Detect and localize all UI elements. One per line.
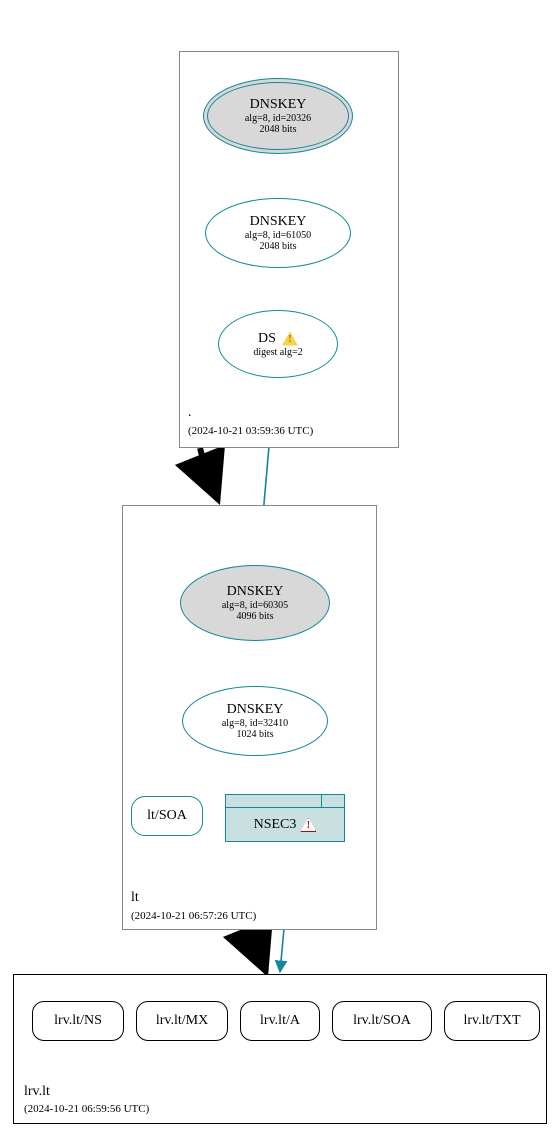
node-root-ds: DS digest alg=2 — [218, 310, 338, 378]
node-label: lrv.lt/A — [260, 1013, 300, 1029]
node-root-zsk: DNSKEY alg=8, id=61050 2048 bits — [205, 198, 351, 268]
node-sub2: 2048 bits — [260, 241, 297, 252]
node-lrv-a: lrv.lt/A — [240, 1001, 320, 1041]
node-sub2: 1024 bits — [237, 729, 274, 740]
node-sub1: alg=8, id=20326 — [245, 113, 311, 124]
zone-root-name: . — [188, 405, 192, 420]
node-lt-nsec3: NSEC3 — [225, 794, 345, 842]
node-sub2: 4096 bits — [237, 611, 274, 622]
warning-icon — [282, 332, 298, 346]
node-label: lrv.lt/SOA — [353, 1013, 411, 1029]
node-title: DNSKEY — [250, 214, 307, 230]
zone-lrv-name: lrv.lt — [24, 1084, 50, 1099]
zone-lrv-date: (2024-10-21 06:59:56 UTC) — [24, 1103, 149, 1115]
node-label: lrv.lt/TXT — [463, 1013, 520, 1029]
node-lrv-mx: lrv.lt/MX — [136, 1001, 228, 1041]
node-sub2: 2048 bits — [260, 124, 297, 135]
node-lrv-soa: lrv.lt/SOA — [332, 1001, 432, 1041]
node-title: DNSKEY — [227, 584, 284, 600]
node-lrv-txt: lrv.lt/TXT — [444, 1001, 540, 1041]
node-label: lrv.lt/NS — [54, 1013, 102, 1029]
zone-lt-name: lt — [131, 890, 139, 905]
error-icon — [300, 818, 316, 832]
zone-root-date: (2024-10-21 03:59:36 UTC) — [188, 425, 313, 437]
node-lrv-ns: lrv.lt/NS — [32, 1001, 124, 1041]
node-lt-zsk: DNSKEY alg=8, id=32410 1024 bits — [182, 686, 328, 756]
node-title: DS — [258, 331, 276, 347]
node-label: NSEC3 — [254, 817, 297, 833]
node-title: DNSKEY — [227, 702, 284, 718]
node-label: lt/SOA — [147, 808, 187, 824]
node-label: lrv.lt/MX — [156, 1013, 208, 1029]
node-lt-soa: lt/SOA — [131, 796, 203, 836]
node-root-ksk: DNSKEY alg=8, id=20326 2048 bits — [203, 78, 353, 154]
zone-lrv — [13, 974, 547, 1124]
node-title: DNSKEY — [250, 97, 307, 113]
node-sub1: alg=8, id=32410 — [222, 718, 288, 729]
node-sub1: alg=8, id=61050 — [245, 230, 311, 241]
node-sub1: alg=8, id=60305 — [222, 600, 288, 611]
zone-lt-date: (2024-10-21 06:57:26 UTC) — [131, 910, 256, 922]
node-lt-ksk: DNSKEY alg=8, id=60305 4096 bits — [180, 565, 330, 641]
node-sub1: digest alg=2 — [253, 347, 302, 358]
